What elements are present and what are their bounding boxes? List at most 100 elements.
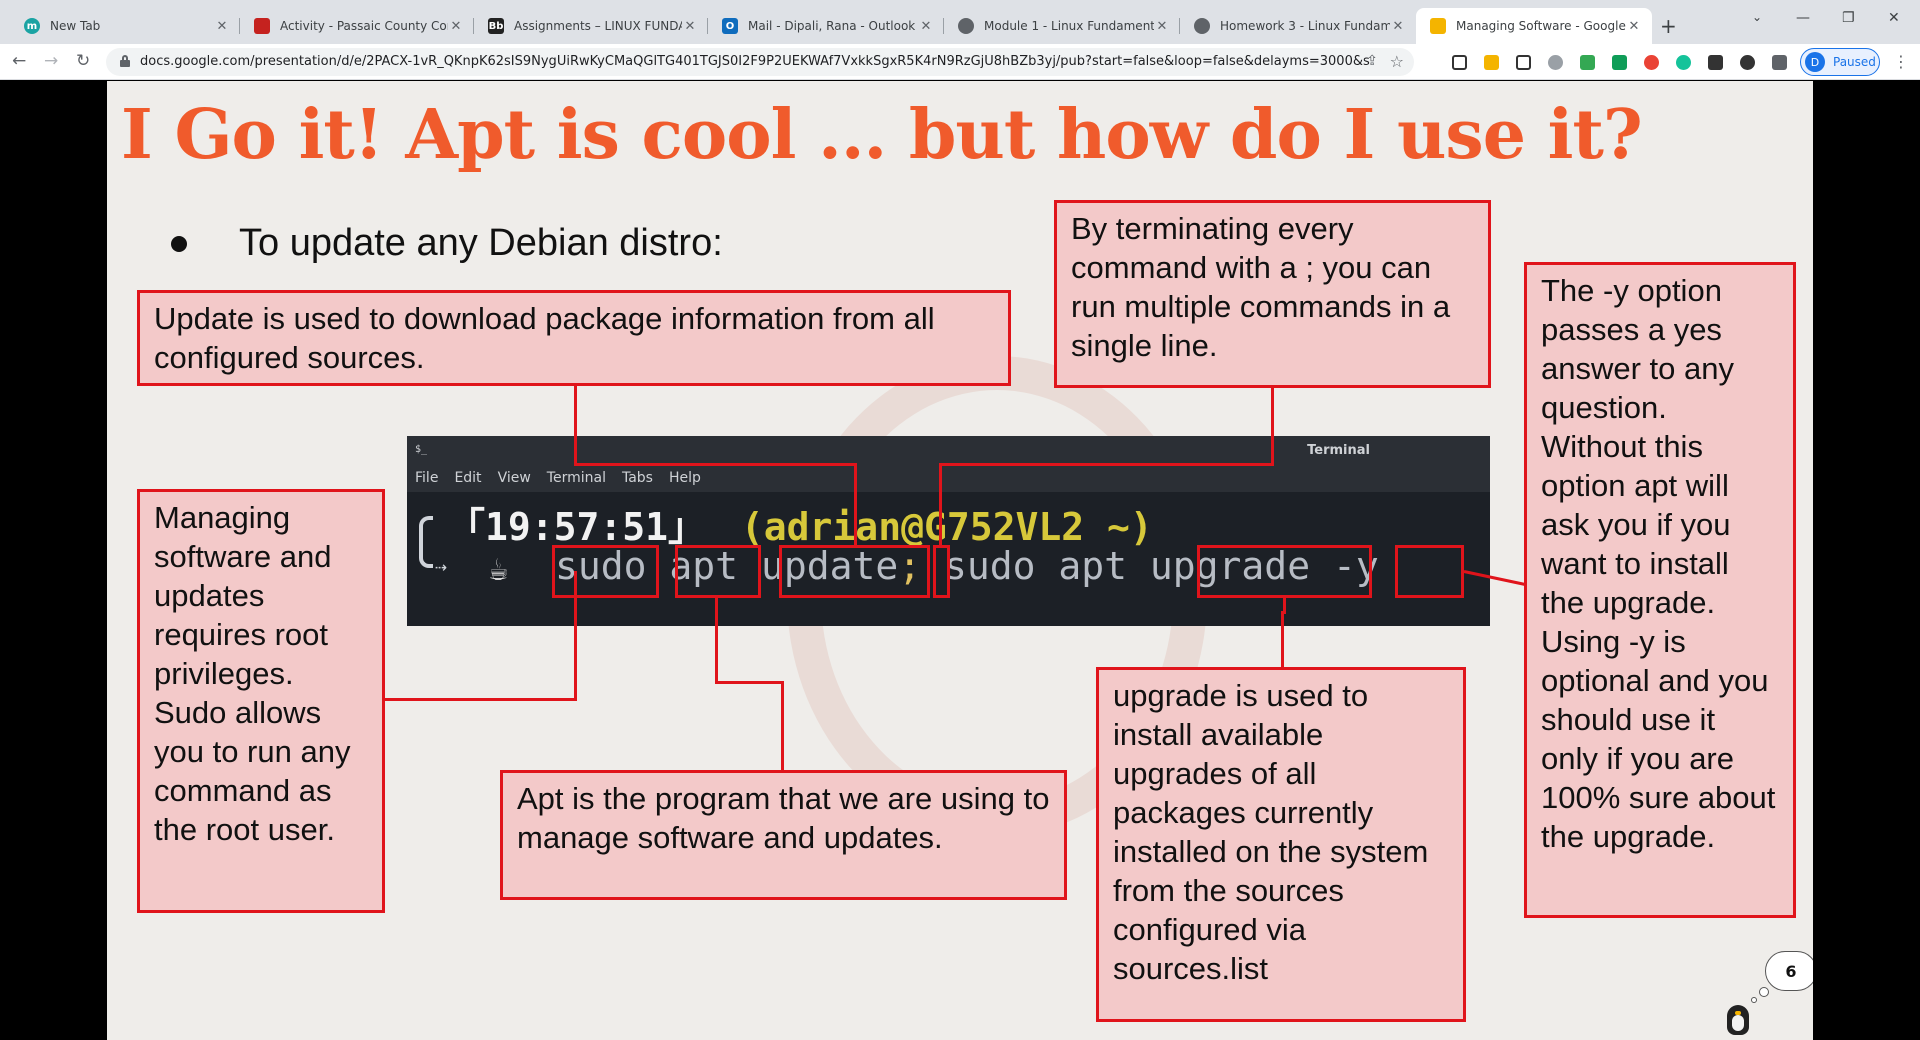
connector-update-a [574,386,577,465]
tab-mail[interactable]: O Mail - Dipali, Rana - Outlook ✕ [708,8,944,44]
browser-toolbar: ← → ↻ docs.google.com/presentation/d/e/2… [0,44,1920,80]
close-icon[interactable]: ✕ [1154,19,1170,34]
restore-icon[interactable]: ❐ [1842,10,1855,26]
close-icon[interactable]: ✕ [918,19,934,34]
extension-honey-icon[interactable] [1484,55,1499,70]
cmd-sudo-apt: sudo apt [944,544,1128,588]
connector-sudo-a [385,698,577,701]
tab-title: New Tab [50,19,101,33]
connector-update-c [854,463,857,547]
coffee-cup-icon: ☕ [489,550,509,588]
extension-teal-icon[interactable] [1676,55,1691,70]
tab-assignments[interactable]: Bb Assignments – LINUX FUNDAME ✕ [474,8,708,44]
highlight-y [1395,545,1464,598]
highlight-upgrade [1197,545,1372,598]
picture-in-picture-icon[interactable] [1452,55,1467,70]
terminal-title: Terminal [1307,443,1370,458]
slide-title: I Go it! Apt is cool ... but how do I us… [121,95,1643,175]
globe-favicon-icon [958,18,974,34]
connector-semicolon-c [939,463,942,547]
tab-title: Assignments – LINUX FUNDAME [514,19,682,33]
window-close-icon[interactable]: ✕ [1888,10,1900,26]
note-semicolon: By terminating every command with a ; yo… [1054,200,1491,388]
connector-update-b [574,463,856,466]
address-bar[interactable]: docs.google.com/presentation/d/e/2PACX-1… [106,48,1414,76]
terminal-menubar: File Edit View Terminal Tabs Help [407,464,1490,492]
note-y-option: The -y option passes a yes answer to any… [1524,262,1796,918]
close-icon[interactable]: ✕ [448,19,464,34]
lock-icon [120,55,130,67]
note-apt: Apt is the program that we are using to … [500,770,1067,900]
back-arrow-icon[interactable]: ← [12,51,26,71]
globe-favicon-icon [1194,18,1210,34]
url-text[interactable]: docs.google.com/presentation/d/e/2PACX-1… [140,54,1370,69]
blackboard-favicon-icon: Bb [488,18,504,34]
connector-apt-b [715,681,783,684]
highlight-sudo [552,545,659,598]
reload-icon[interactable]: ↻ [76,51,90,71]
extension-green-icon[interactable] [1580,55,1595,70]
terminal-menu-edit[interactable]: Edit [454,470,481,486]
tab-new-tab[interactable]: m New Tab ✕ [10,8,240,44]
forward-arrow-icon[interactable]: → [44,51,58,71]
google-slides-favicon-icon [1430,18,1446,34]
prompt-user-host: (adrian@G752VL2 ~) [740,505,1153,549]
tab-title: Mail - Dipali, Rana - Outlook [748,19,916,33]
thought-bubble-dot [1759,987,1769,997]
extension-m-icon[interactable] [1740,55,1755,70]
prompt-bracket [419,516,433,568]
connector-semicolon-a [1271,386,1274,465]
connector-apt-c [781,681,784,770]
close-icon[interactable]: ✕ [214,19,230,34]
tab-strip: m New Tab ✕ Activity - Passaic County Co… [0,0,1920,44]
highlight-apt [675,545,761,598]
terminal-menu-help[interactable]: Help [669,470,701,486]
tab-homework-3[interactable]: Homework 3 - Linux Fundament ✕ [1180,8,1416,44]
close-icon[interactable]: ✕ [1626,19,1642,34]
bullet-item: To update any Debian distro: [171,222,723,265]
terminal-menu-file[interactable]: File [415,470,438,486]
tab-module-1[interactable]: Module 1 - Linux Fundamentals ✕ [944,8,1180,44]
minimize-icon[interactable]: — [1796,10,1810,26]
page-number: 6 [1765,951,1813,991]
share-icon[interactable]: ⇪ [1366,53,1378,69]
prompt-line: 「19:57:51」 (adrian@G752VL2 ~) [447,496,1153,551]
tab-title: Managing Software - Google Sli [1456,19,1626,33]
avatar: D [1805,52,1825,72]
extension-grammarly-icon[interactable] [1612,55,1627,70]
highlight-semicolon [933,545,950,598]
outlook-favicon-icon: O [722,18,738,34]
profile-button[interactable]: D Paused [1800,48,1880,76]
extensions-puzzle-icon[interactable] [1772,55,1787,70]
connector-upgrade-c [1281,611,1284,667]
tab-title: Homework 3 - Linux Fundament [1220,19,1390,33]
prompt-time: 「19:57:51」 [447,505,707,549]
browser-menu-icon[interactable]: ⋮ [1893,52,1909,71]
tab-search-chevron-icon[interactable]: ⌄ [1752,10,1762,24]
tab-title: Module 1 - Linux Fundamentals [984,19,1154,33]
connector-sudo-b [574,571,577,701]
extension-grey-icon[interactable] [1548,55,1563,70]
tux-penguin-icon [1723,1001,1753,1037]
terminal-menu-view[interactable]: View [498,470,531,486]
new-tab-plus-icon[interactable]: + [1660,14,1677,38]
tab-managing-software[interactable]: Managing Software - Google Sli ✕ [1416,8,1652,44]
close-icon[interactable]: ✕ [1390,19,1406,34]
terminal-menu-terminal[interactable]: Terminal [547,470,606,486]
extension-red-icon[interactable] [1644,55,1659,70]
close-icon[interactable]: ✕ [682,19,698,34]
connector-apt-a [715,598,718,683]
bookmark-star-icon[interactable]: ☆ [1390,52,1404,71]
extension-play-icon[interactable] [1708,55,1723,70]
extension-screen-icon[interactable] [1516,55,1531,70]
profile-status: Paused [1833,55,1876,69]
bullet-text: To update any Debian distro: [239,222,723,264]
terminal-titlebar: $_ Terminal [407,436,1490,464]
tab-activity[interactable]: Activity - Passaic County Comm ✕ [240,8,474,44]
note-sudo: Managing software and updates requires r… [137,489,385,913]
new-tab-favicon-icon: m [24,18,40,34]
slide: I Go it! Apt is cool ... but how do I us… [107,81,1813,1040]
terminal-menu-tabs[interactable]: Tabs [622,470,653,486]
note-upgrade: upgrade is used to install available upg… [1096,667,1466,1022]
activity-favicon-icon [254,18,270,34]
